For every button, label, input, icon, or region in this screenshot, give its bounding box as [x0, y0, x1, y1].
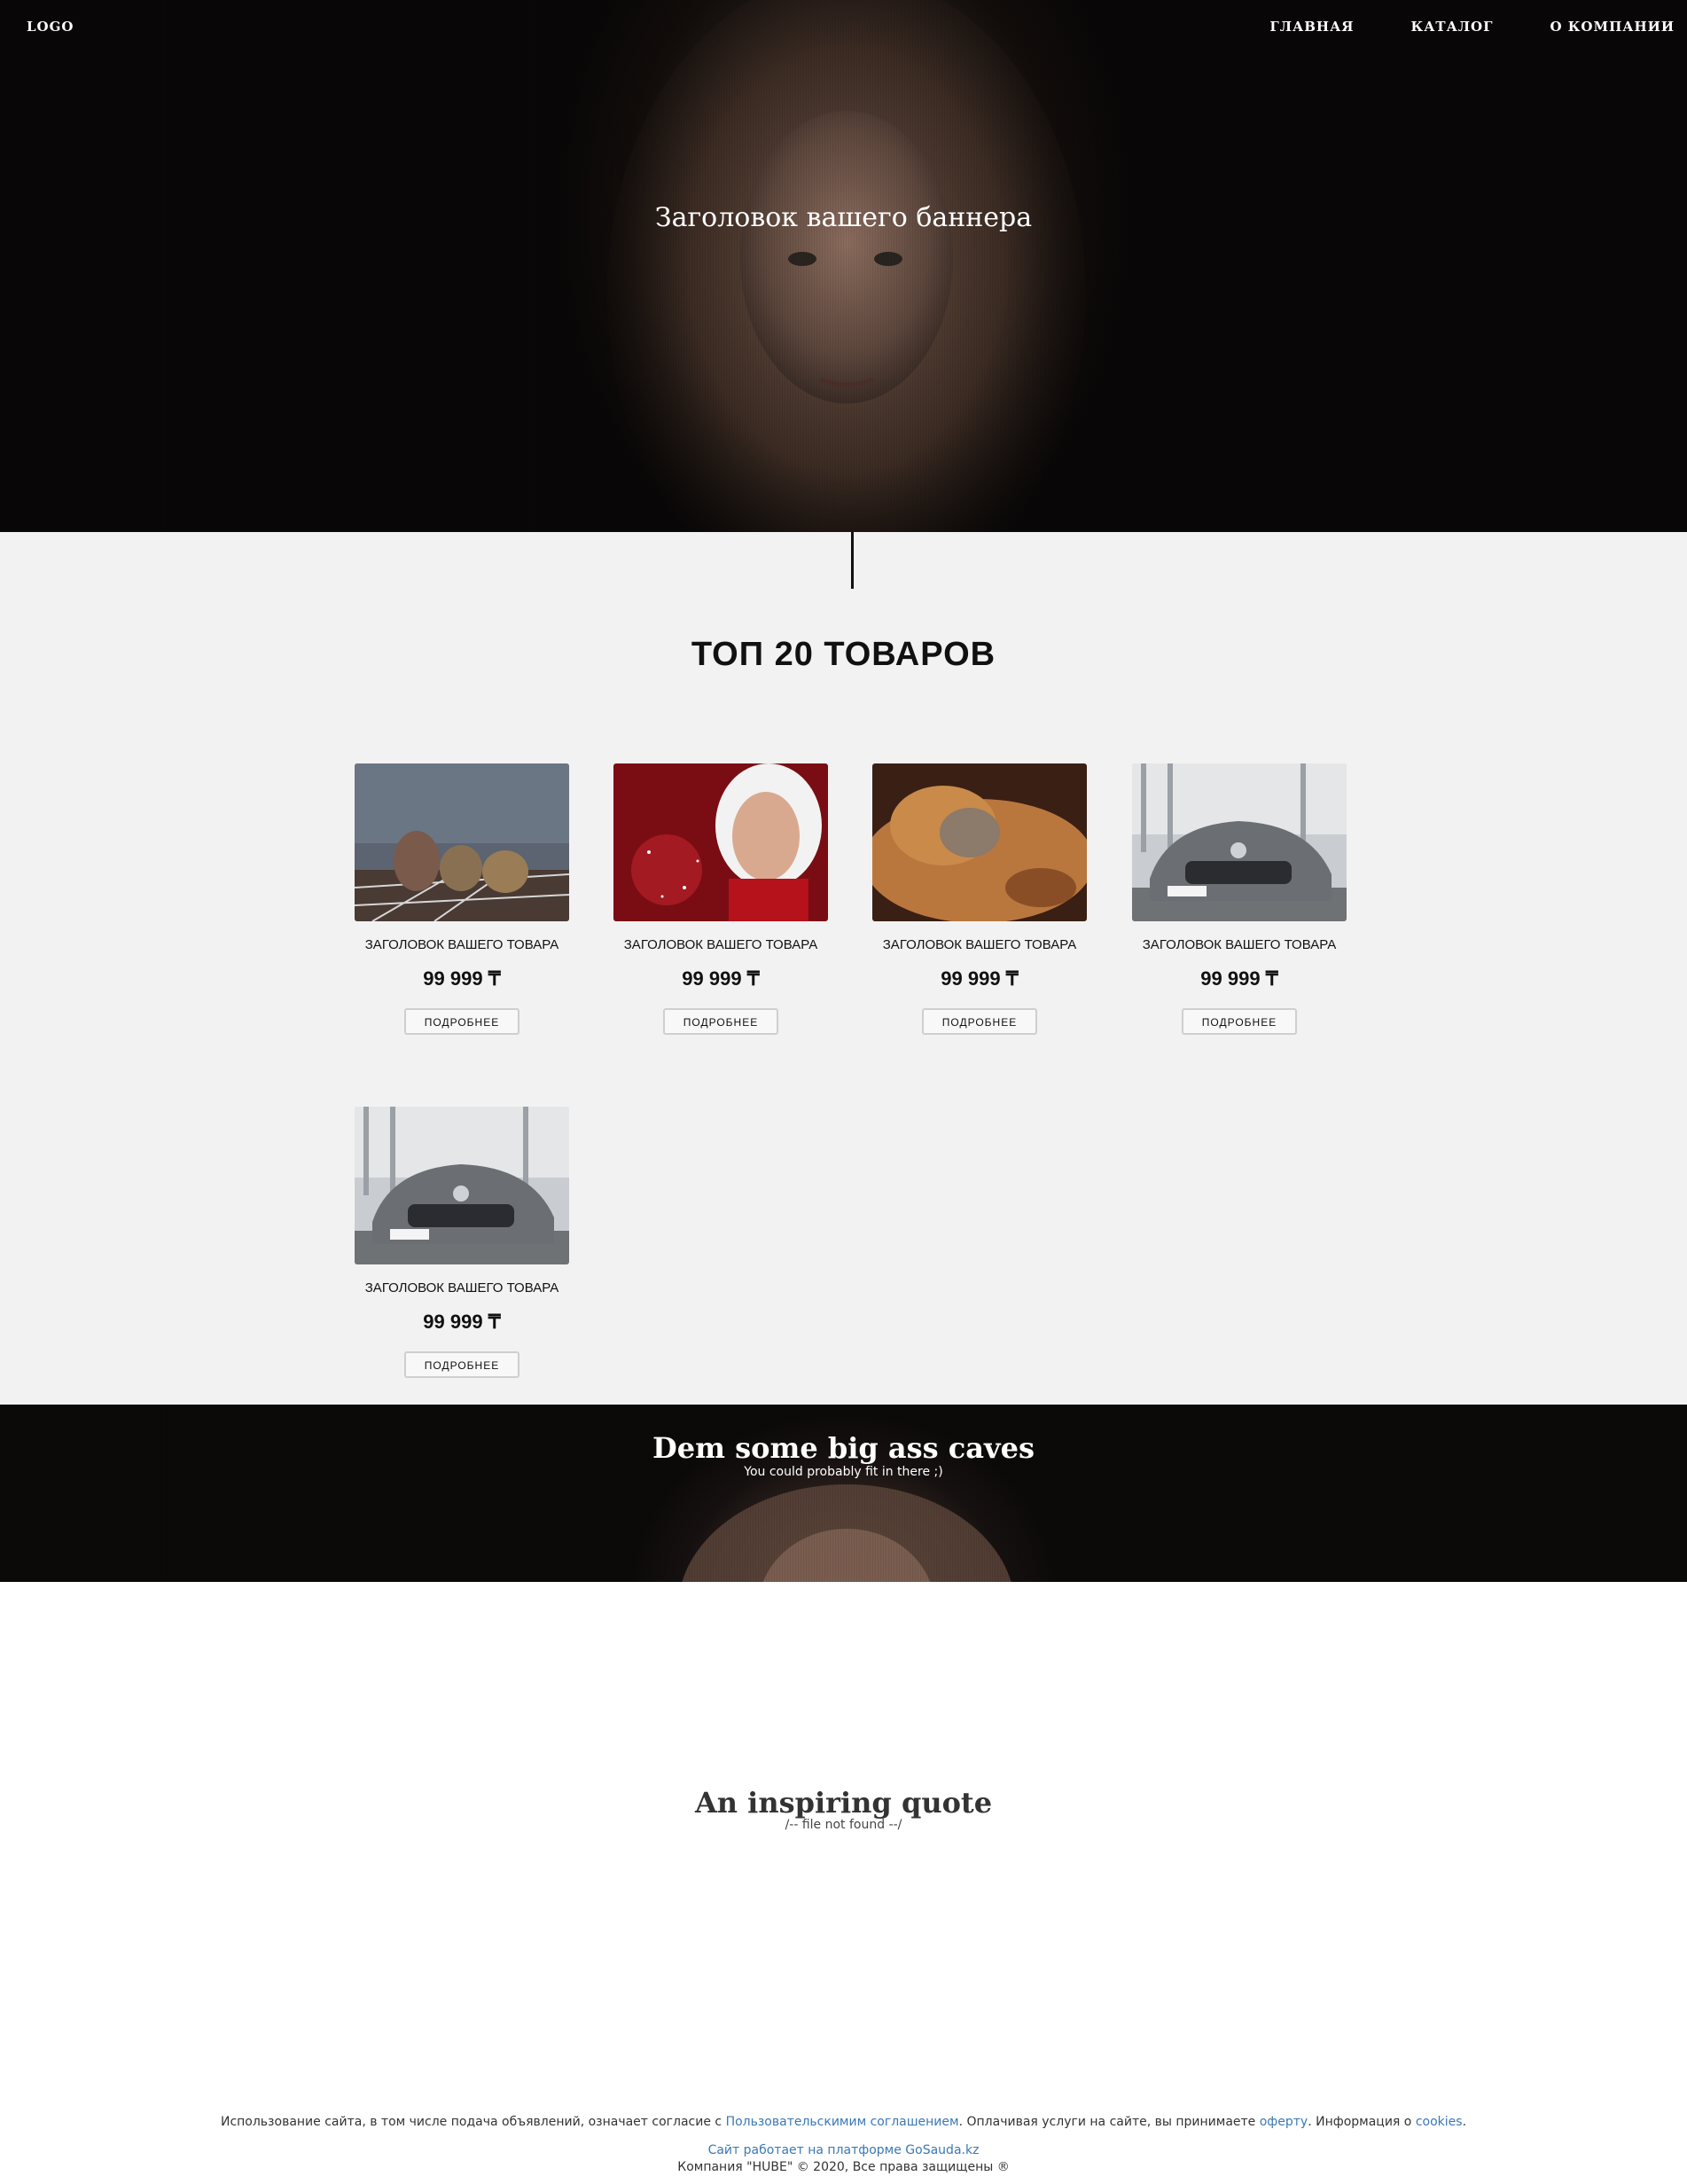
product-card: ЗАГОЛОВОК ВАШЕГО ТОВАРА 99 999 ₸ ПОДРОБН… — [605, 763, 836, 1035]
platform-link[interactable]: Сайт работает на платформе GoSauda.kz — [708, 2143, 980, 2157]
hero-overlay — [0, 0, 1687, 532]
terms-middle: . Оплачивая услуги на сайте, вы принимае… — [958, 2115, 1260, 2129]
logo[interactable]: LOGO — [27, 19, 74, 35]
parallax-banner: Dem some big ass caves You could probabl… — [0, 1405, 1687, 1582]
product-card: ЗАГОЛОВОК ВАШЕГО ТОВАРА 99 999 ₸ ПОДРОБН… — [1124, 763, 1355, 1035]
product-image[interactable] — [613, 763, 828, 921]
footer-copyright: Компания "HUBE" © 2020, Все права защище… — [677, 2160, 1010, 2174]
cookies-link[interactable]: cookies — [1416, 2115, 1463, 2129]
product-image[interactable] — [355, 1107, 569, 1264]
terms-info: . Информация о — [1308, 2115, 1416, 2129]
nav-item-catalog[interactable]: КАТАЛОГ — [1411, 19, 1494, 35]
nav-item-home[interactable]: ГЛАВНАЯ — [1269, 19, 1354, 35]
product-image[interactable] — [872, 763, 1087, 921]
section-title: ТОП 20 ТОВАРОВ — [691, 636, 996, 673]
athletes-photo — [355, 763, 569, 921]
product-card: ЗАГОЛОВОК ВАШЕГО ТОВАРА 99 999 ₸ ПОДРОБН… — [347, 763, 577, 1035]
hero-banner: LOGO ГЛАВНАЯ КАТАЛОГ О КОМПАНИИ Заголово… — [0, 0, 1687, 532]
dog-cat-photo — [872, 763, 1087, 921]
product-card: ЗАГОЛОВОК ВАШЕГО ТОВАРА 99 999 ₸ ПОДРОБН… — [864, 763, 1095, 1035]
details-button[interactable]: ПОДРОБНЕЕ — [663, 1008, 778, 1035]
user-agreement-link[interactable]: Пользовательскимим соглашением — [726, 2115, 959, 2129]
parallax-subtitle: You could probably fit in there ;) — [744, 1465, 943, 1479]
offer-link[interactable]: оферту — [1260, 2115, 1308, 2129]
terms-prefix: Использование сайта, в том числе подача … — [220, 2115, 726, 2129]
product-card: ЗАГОЛОВОК ВАШЕГО ТОВАРА 99 999 ₸ ПОДРОБН… — [347, 1107, 577, 1378]
product-price: 99 999 ₸ — [423, 1311, 501, 1333]
product-image[interactable] — [355, 763, 569, 921]
product-title: ЗАГОЛОВОК ВАШЕГО ТОВАРА — [1142, 937, 1337, 952]
footer-terms: Использование сайта, в том числе подача … — [0, 2115, 1687, 2129]
product-price: 99 999 ₸ — [1200, 967, 1278, 990]
product-price: 99 999 ₸ — [682, 967, 760, 990]
product-image[interactable] — [1132, 763, 1347, 921]
woman-red-hood-photo — [613, 763, 828, 921]
grey-car-photo — [1132, 763, 1347, 921]
main-nav: ГЛАВНАЯ КАТАЛОГ О КОМПАНИИ — [1213, 19, 1675, 35]
terms-end: . — [1462, 2115, 1467, 2129]
hero-title: Заголовок вашего баннера — [654, 202, 1033, 233]
details-button[interactable]: ПОДРОБНЕЕ — [404, 1351, 519, 1378]
product-title: ЗАГОЛОВОК ВАШЕГО ТОВАРА — [623, 937, 818, 952]
nav-item-about[interactable]: О КОМПАНИИ — [1550, 19, 1675, 35]
parallax-title: Dem some big ass caves — [652, 1431, 1035, 1465]
section-divider — [851, 532, 854, 589]
product-title: ЗАГОЛОВОК ВАШЕГО ТОВАРА — [364, 937, 559, 952]
details-button[interactable]: ПОДРОБНЕЕ — [404, 1008, 519, 1035]
details-button[interactable]: ПОДРОБНЕЕ — [922, 1008, 1037, 1035]
product-price: 99 999 ₸ — [423, 967, 501, 990]
details-button[interactable]: ПОДРОБНЕЕ — [1182, 1008, 1297, 1035]
product-title: ЗАГОЛОВОК ВАШЕГО ТОВАРА — [364, 1280, 559, 1296]
product-price: 99 999 ₸ — [941, 967, 1019, 990]
product-title: ЗАГОЛОВОК ВАШЕГО ТОВАРА — [882, 937, 1077, 952]
grey-car-photo — [355, 1107, 569, 1264]
products-section: ТОП 20 ТОВАРОВ ЗАГОЛОВОК ВАШЕГО ТОВАРА 9… — [0, 532, 1687, 1405]
quote-title: An inspiring quote — [694, 1786, 993, 1820]
quote-subtitle: /-- file not found --/ — [785, 1818, 902, 1832]
footer-platform: Сайт работает на платформе GoSauda.kz — [0, 2143, 1687, 2157]
